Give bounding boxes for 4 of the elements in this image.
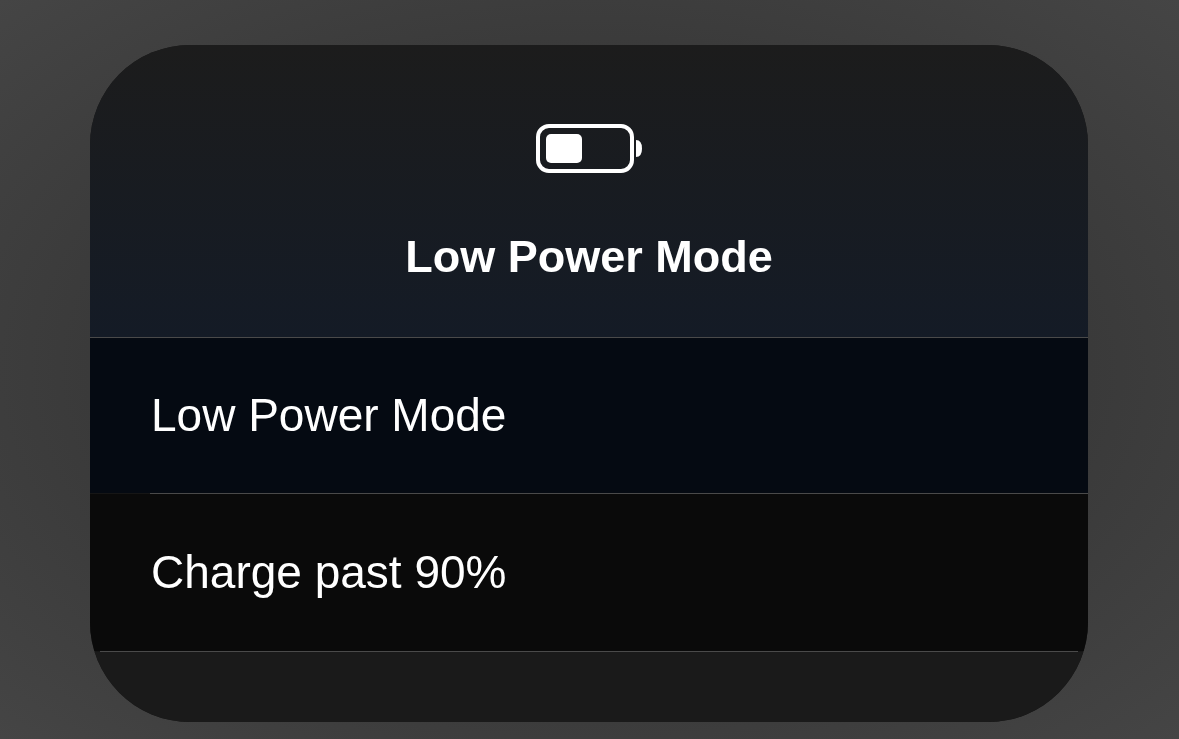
menu-item[interactable]: Low Power Mode: [90, 338, 1088, 493]
battery-icon: [535, 124, 643, 173]
menu-title: Low Power Mode: [405, 230, 773, 284]
menu-item[interactable]: Charge past 90%: [90, 494, 1088, 651]
